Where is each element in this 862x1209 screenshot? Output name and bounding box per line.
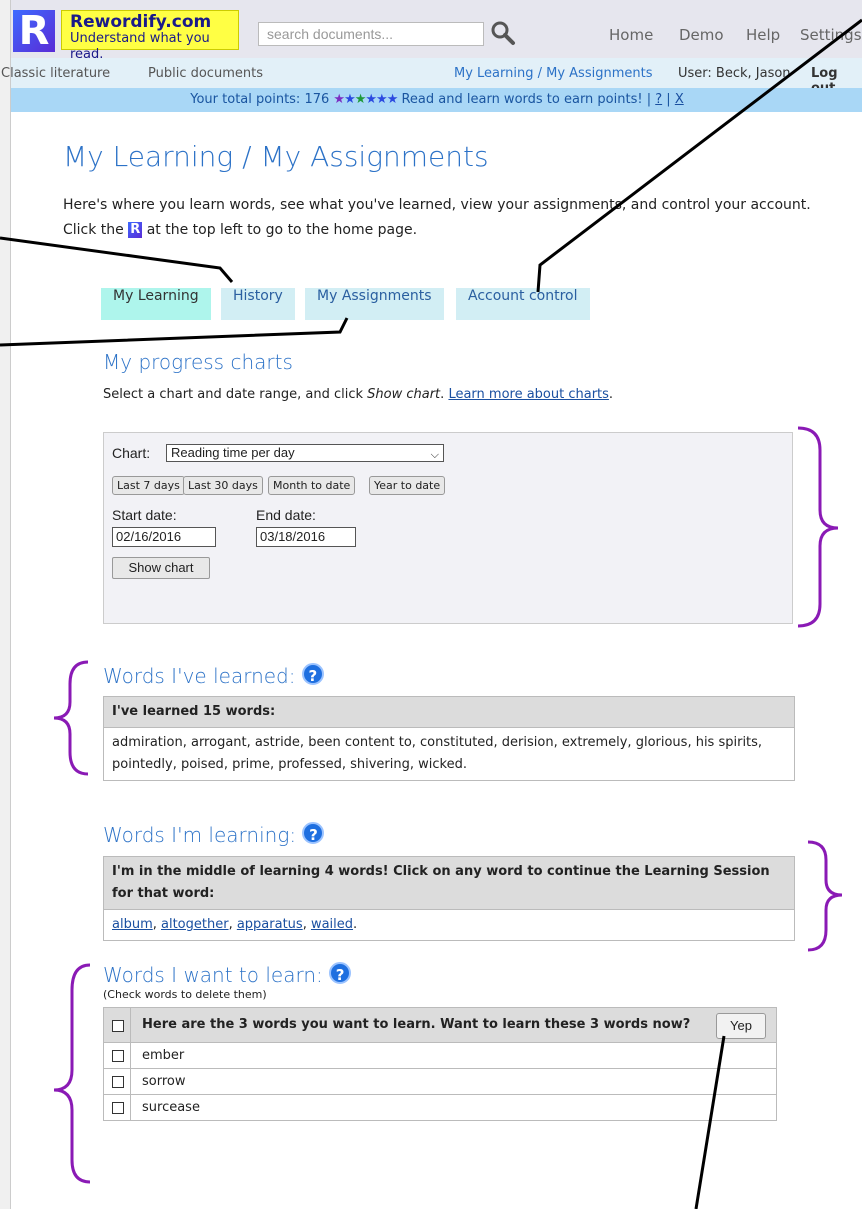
start-date-label: Start date:	[112, 507, 177, 523]
year-to-date-button[interactable]: Year to date	[369, 476, 446, 495]
want-table: Here are the 3 words you want to learn. …	[103, 1007, 777, 1121]
points-stars: ★★★★★★	[333, 92, 398, 107]
table-row: ember	[103, 1043, 777, 1069]
chart-select-value: Reading time per day	[171, 445, 295, 460]
secondary-bar: Classic literature Public documents My L…	[1, 58, 862, 96]
top-bar: R Rewordify.com Understand what you read…	[11, 0, 862, 62]
learning-words: album, altogether, apparatus, wailed.	[104, 910, 794, 940]
tab-account-control[interactable]: Account control	[456, 288, 590, 320]
learned-heading-text: Words I've learned:	[103, 664, 296, 688]
word-checkbox[interactable]	[112, 1076, 124, 1088]
column-divider	[130, 1095, 131, 1120]
points-help-link[interactable]: ?	[655, 92, 662, 107]
word-cell: surcease	[142, 1100, 200, 1115]
learning-table: I'm in the middle of learning 4 words! C…	[103, 856, 795, 941]
tab-my-learning[interactable]: My Learning	[101, 288, 211, 320]
table-row: surcease	[103, 1095, 777, 1121]
nav-home[interactable]: Home	[609, 26, 653, 44]
want-heading: Words I want to learn: ?	[103, 962, 352, 987]
progress-desc-text: Select a chart and date range, and click	[103, 387, 363, 402]
end-date-input[interactable]: 03/18/2016	[256, 527, 356, 547]
nav-help[interactable]: Help	[746, 26, 780, 44]
learned-heading: Words I've learned: ?	[103, 663, 324, 688]
intro-line1: Here's where you learn words, see what y…	[63, 197, 811, 213]
word-checkbox[interactable]	[112, 1102, 124, 1114]
want-table-header: Here are the 3 words you want to learn. …	[103, 1007, 777, 1043]
progress-desc: Select a chart and date range, and click…	[103, 387, 613, 402]
brand-box[interactable]: Rewordify.com Understand what you read.	[61, 10, 239, 62]
table-row: sorrow	[103, 1069, 777, 1095]
intro-text: Here's where you learn words, see what y…	[63, 193, 853, 243]
progress-heading: My progress charts	[103, 350, 293, 374]
points-bar: Your total points: 176 ★★★★★★ Read and l…	[11, 88, 862, 112]
learning-heading-text: Words I'm learning:	[103, 823, 297, 847]
points-close-link[interactable]: X	[675, 92, 684, 107]
column-divider	[130, 1008, 131, 1042]
show-chart-button[interactable]: Show chart	[112, 557, 210, 579]
word-link[interactable]: altogether	[161, 917, 229, 932]
progress-desc-end: .	[608, 387, 614, 402]
user-label: User: Beck, Jason	[678, 66, 791, 81]
month-to-date-button[interactable]: Month to date	[268, 476, 356, 495]
word-cell: ember	[142, 1048, 185, 1063]
learned-table: I've learned 15 words: admiration, arrog…	[103, 696, 795, 781]
nav-public-documents[interactable]: Public documents	[148, 66, 263, 81]
want-table-header-text: Here are the 3 words you want to learn. …	[142, 1017, 691, 1032]
brand-name: Rewordify.com	[70, 12, 212, 32]
want-heading-text: Words I want to learn:	[103, 963, 323, 987]
chart-label: Chart:	[112, 445, 151, 461]
intro-line2-b: at the top left to go to the home page.	[146, 222, 418, 238]
chart-select[interactable]: Reading time per day ⌵	[166, 444, 444, 462]
nav-my-learning[interactable]: My Learning / My Assignments	[454, 66, 652, 81]
nav-settings[interactable]: Settings	[800, 26, 862, 44]
search-icon[interactable]	[490, 20, 516, 46]
start-date-input[interactable]: 02/16/2016	[112, 527, 216, 547]
column-divider	[130, 1043, 131, 1068]
points-sep: |	[666, 92, 671, 107]
last-30-days-button[interactable]: Last 30 days	[183, 476, 263, 495]
word-link[interactable]: album	[112, 917, 153, 932]
help-icon[interactable]: ?	[302, 822, 325, 844]
logo[interactable]: R	[13, 10, 55, 52]
word-cell: sorrow	[142, 1074, 186, 1089]
page-title: My Learning / My Assignments	[63, 140, 489, 173]
column-divider	[130, 1069, 131, 1094]
learn-more-charts-link[interactable]: Learn more about charts	[448, 387, 608, 402]
select-all-checkbox[interactable]	[112, 1020, 124, 1032]
nav-demo[interactable]: Demo	[679, 26, 724, 44]
chevron-down-icon: ⌵	[430, 449, 439, 461]
want-note: (Check words to delete them)	[103, 988, 267, 1001]
tab-history[interactable]: History	[221, 288, 295, 320]
help-icon[interactable]: ?	[301, 663, 324, 685]
progress-desc-period: .	[440, 387, 445, 402]
points-text: Your total points: 176	[190, 92, 330, 107]
word-link[interactable]: apparatus	[237, 917, 303, 932]
help-icon[interactable]: ?	[329, 962, 352, 984]
word-checkbox[interactable]	[112, 1050, 124, 1062]
last-7-days-button[interactable]: Last 7 days	[112, 476, 185, 495]
yep-button[interactable]: Yep	[716, 1013, 766, 1039]
end-date-label: End date:	[256, 507, 316, 523]
page-frame: R Rewordify.com Understand what you read…	[1, 0, 862, 1209]
tab-my-assignments[interactable]: My Assignments	[305, 288, 444, 320]
nav-classic-literature[interactable]: Classic literature	[1, 66, 110, 81]
progress-desc-italic: Show chart	[367, 387, 441, 402]
intro-line2-a: Click the	[63, 222, 124, 238]
chart-controls-panel: Chart: Reading time per day ⌵ Last 7 day…	[103, 432, 793, 624]
logo-inline-icon: R	[128, 222, 143, 238]
word-link[interactable]: wailed	[311, 917, 353, 932]
learning-table-header: I'm in the middle of learning 4 words! C…	[104, 857, 794, 910]
learning-heading: Words I'm learning: ?	[103, 822, 325, 847]
learned-table-header: I've learned 15 words:	[104, 697, 794, 728]
points-suffix: Read and learn words to earn points! |	[401, 92, 652, 107]
search-input[interactable]: search documents...	[258, 22, 484, 46]
learned-words: admiration, arrogant, astride, been cont…	[104, 728, 794, 780]
